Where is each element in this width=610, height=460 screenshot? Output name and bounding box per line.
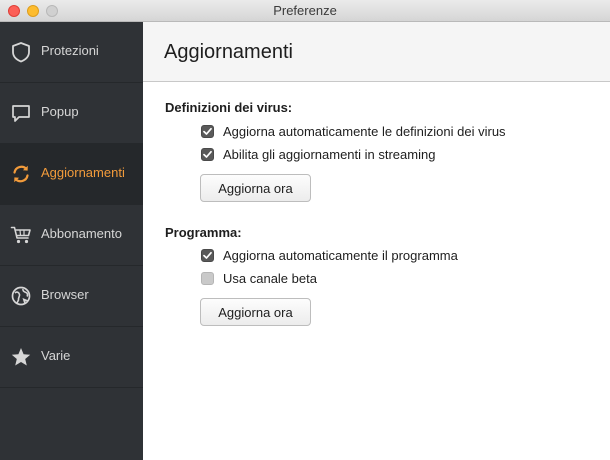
shopping-cart-icon xyxy=(10,224,32,246)
main-panel: Aggiornamenti Definizioni dei virus: Agg… xyxy=(143,22,610,460)
streaming-updates-option[interactable]: Abilita gli aggiornamenti in streaming xyxy=(201,146,435,162)
update-program-now-button[interactable]: Aggiorna ora xyxy=(200,298,311,326)
sidebar-item-popup[interactable]: Popup xyxy=(0,83,143,144)
auto-update-program-option[interactable]: Aggiorna automaticamente il programma xyxy=(201,247,458,263)
globe-icon xyxy=(10,285,32,307)
page-header: Aggiornamenti xyxy=(143,22,610,82)
shield-icon xyxy=(10,41,32,63)
star-icon xyxy=(10,346,32,368)
sidebar-item-label: Varie xyxy=(41,348,71,363)
sidebar-item-aggiornamenti[interactable]: Aggiornamenti xyxy=(0,144,143,205)
checkbox-label: Aggiorna automaticamente le definizioni … xyxy=(223,123,506,139)
auto-update-virus-definitions-checkbox[interactable] xyxy=(201,124,214,138)
sidebar-item-abbonamento[interactable]: Abbonamento xyxy=(0,205,143,266)
update-virus-definitions-now-button[interactable]: Aggiorna ora xyxy=(200,174,311,202)
preferences-window: Preferenze Protezioni Popup Aggiornament… xyxy=(0,0,610,460)
checkbox-label: Usa canale beta xyxy=(223,270,317,286)
sidebar-item-label: Browser xyxy=(41,287,89,302)
sidebar: Protezioni Popup Aggiornamenti Abbonamen… xyxy=(0,22,143,460)
refresh-icon xyxy=(10,163,32,185)
page-title: Aggiornamenti xyxy=(164,41,293,63)
window-title: Preferenze xyxy=(273,3,337,18)
speech-bubble-icon xyxy=(10,102,32,124)
checkmark-icon xyxy=(203,251,212,259)
program-heading: Programma: xyxy=(165,225,242,240)
beta-channel-option[interactable]: Usa canale beta xyxy=(201,270,317,286)
sidebar-item-label: Protezioni xyxy=(41,43,99,58)
auto-update-virus-definitions-option[interactable]: Aggiorna automaticamente le definizioni … xyxy=(201,123,506,139)
title-bar: Preferenze xyxy=(0,0,610,22)
checkmark-icon xyxy=(203,150,212,158)
streaming-updates-checkbox[interactable] xyxy=(201,147,214,161)
checkbox-label: Aggiorna automaticamente il programma xyxy=(223,247,458,263)
sidebar-item-label: Popup xyxy=(41,104,79,119)
sidebar-item-label: Aggiornamenti xyxy=(41,165,125,180)
sidebar-item-label: Abbonamento xyxy=(41,226,122,241)
sidebar-item-protezioni[interactable]: Protezioni xyxy=(0,22,143,83)
sidebar-item-browser[interactable]: Browser xyxy=(0,266,143,327)
virus-definitions-heading: Definizioni dei virus: xyxy=(165,100,293,115)
sidebar-item-varie[interactable]: Varie xyxy=(0,327,143,388)
checkmark-icon xyxy=(203,127,212,135)
auto-update-program-checkbox[interactable] xyxy=(201,248,214,262)
beta-channel-checkbox[interactable] xyxy=(201,271,214,285)
checkbox-label: Abilita gli aggiornamenti in streaming xyxy=(223,146,436,162)
